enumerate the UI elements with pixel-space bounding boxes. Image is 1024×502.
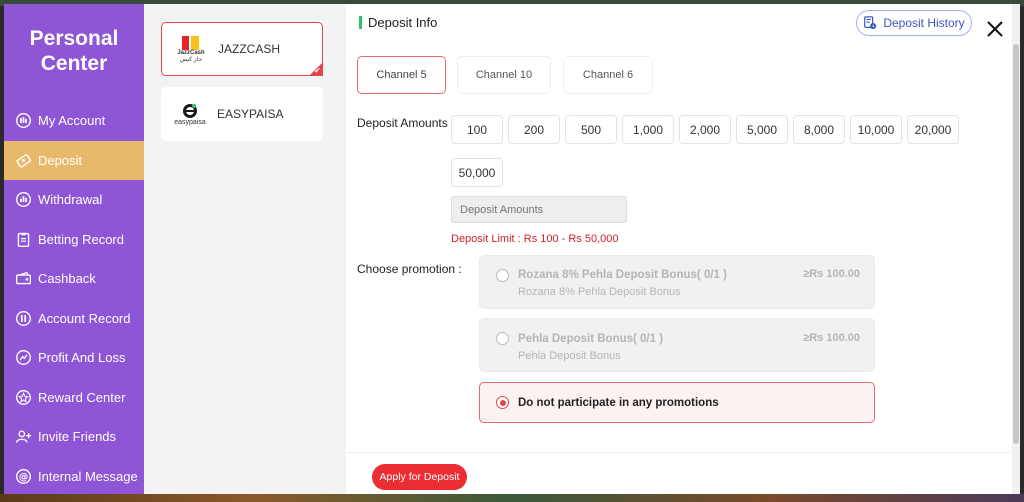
easypaisa-logo-icon [183,103,197,118]
promotion-subtitle: Rozana 8% Pehla Deposit Bonus [518,286,681,298]
section-accent-bar [359,16,362,29]
sidebar-item-invite-friends[interactable]: Invite Friends [4,417,144,457]
sidebar-item-label: Account Record [38,310,131,326]
promotion-option[interactable]: Pehla Deposit Bonus( 0/1 ) Pehla Deposit… [479,318,875,372]
method-jazzcash[interactable]: JazzCash جاز کیش JAZZCASH ✔ [161,22,323,76]
promotion-min-amount: ≥Rs 100.00 [803,268,860,280]
sidebar-item-label: My Account [38,113,106,129]
footer-divider [346,452,1012,453]
tab-channel-5[interactable]: Channel 5 [357,56,446,94]
amount-option[interactable]: 20,000 [907,115,959,144]
radio-button[interactable] [496,332,509,345]
promotion-title: Rozana 8% Pehla Deposit Bonus( 0/1 ) [518,269,727,281]
close-icon [987,21,1003,37]
close-button[interactable] [982,16,1008,42]
sidebar-item-label: Invite Friends [38,429,117,445]
sidebar: Personal Center My Account Deposit Withd… [4,4,144,494]
amount-option[interactable]: 10,000 [850,115,902,144]
promotion-title: Do not participate in any promotions [518,397,719,409]
deposit-limit-text: Deposit Limit : Rs 100 - Rs 50,000 [451,233,619,245]
promotion-title: Pehla Deposit Bonus( 0/1 ) [518,333,664,345]
amount-option[interactable]: 200 [508,115,560,144]
cashback-icon [14,270,32,288]
personal-center-modal: Personal Center My Account Deposit Withd… [4,4,1020,494]
sidebar-item-label: Reward Center [38,389,126,405]
clipboard-icon [14,230,32,248]
amount-option[interactable]: 500 [565,115,617,144]
choose-promotion-label: Choose promotion : [357,262,462,276]
profit-icon [14,349,32,367]
amount-option[interactable]: 8,000 [793,115,845,144]
jazzcash-logo-icon [182,35,199,50]
method-label: EASYPAISA [217,107,284,121]
payment-methods: JazzCash جاز کیش JAZZCASH ✔ easypaisa EA… [144,4,346,494]
invite-icon [14,428,32,446]
sidebar-item-label: Internal Message [38,468,138,484]
scrollbar[interactable] [1012,4,1020,494]
section-title: Deposit Info [368,15,438,30]
radio-button[interactable] [496,269,509,282]
sidebar-item-deposit[interactable]: Deposit [4,140,144,180]
deposit-panel: Deposit Info Deposit History Channel 5 C [346,4,1020,494]
sidebar-item-internal-message[interactable]: @ Internal Message [4,457,144,495]
sidebar-item-profit-and-loss[interactable]: Profit And Loss [4,338,144,378]
tab-channel-10[interactable]: Channel 10 [457,56,551,94]
tab-channel-6[interactable]: Channel 6 [563,56,653,94]
sidebar-item-label: Withdrawal [38,192,103,208]
deposit-amounts-label: Deposit Amounts : [357,116,455,130]
account-icon [14,112,32,130]
apply-for-deposit-button[interactable]: Apply for Deposit [372,464,467,490]
sidebar-title: Personal Center [29,27,119,75]
amount-option[interactable]: 100 [451,115,503,144]
background-bottom [0,494,1024,502]
sidebar-item-reward-center[interactable]: Reward Center [4,378,144,418]
jazzcash-logo: JazzCash جاز کیش [170,29,212,69]
sidebar-item-withdrawal[interactable]: Withdrawal [4,180,144,220]
check-icon: ✔ [314,66,321,75]
sidebar-item-account-record[interactable]: Account Record [4,299,144,339]
amount-option[interactable]: 50,000 [451,158,503,187]
record-icon [14,309,32,327]
sidebar-item-label: Betting Record [38,231,124,247]
sidebar-item-label: Cashback [38,271,96,287]
sidebar-item-cashback[interactable]: Cashback [4,259,144,299]
svg-text:@: @ [18,472,27,483]
reward-icon [14,388,32,406]
radio-button-selected[interactable] [496,396,509,409]
amount-option[interactable]: 1,000 [622,115,674,144]
sidebar-item-my-account[interactable]: My Account [4,101,144,141]
withdrawal-icon [14,191,32,209]
deposit-amount-input[interactable] [451,196,627,223]
sidebar-nav: My Account Deposit Withdrawal Betting Re… [4,101,144,494]
deposit-history-button[interactable]: Deposit History [856,10,972,36]
promotion-option-none[interactable]: Do not participate in any promotions [479,382,875,423]
history-icon [864,16,877,30]
amount-option[interactable]: 5,000 [736,115,788,144]
promotion-subtitle: Pehla Deposit Bonus [518,350,621,362]
method-easypaisa[interactable]: easypaisa EASYPAISA [161,87,323,141]
promotion-option[interactable]: Rozana 8% Pehla Deposit Bonus( 0/1 ) Roz… [479,255,875,309]
scroll-thumb[interactable] [1013,44,1019,444]
deposit-icon [14,151,32,169]
promotion-min-amount: ≥Rs 100.00 [803,332,860,344]
sidebar-item-label: Deposit [38,152,83,168]
amount-option[interactable]: 2,000 [679,115,731,144]
easypaisa-logo: easypaisa [169,94,211,134]
sidebar-item-label: Profit And Loss [38,350,126,366]
method-label: JAZZCASH [218,42,281,56]
sidebar-item-betting-record[interactable]: Betting Record [4,220,144,260]
message-icon: @ [14,467,32,485]
